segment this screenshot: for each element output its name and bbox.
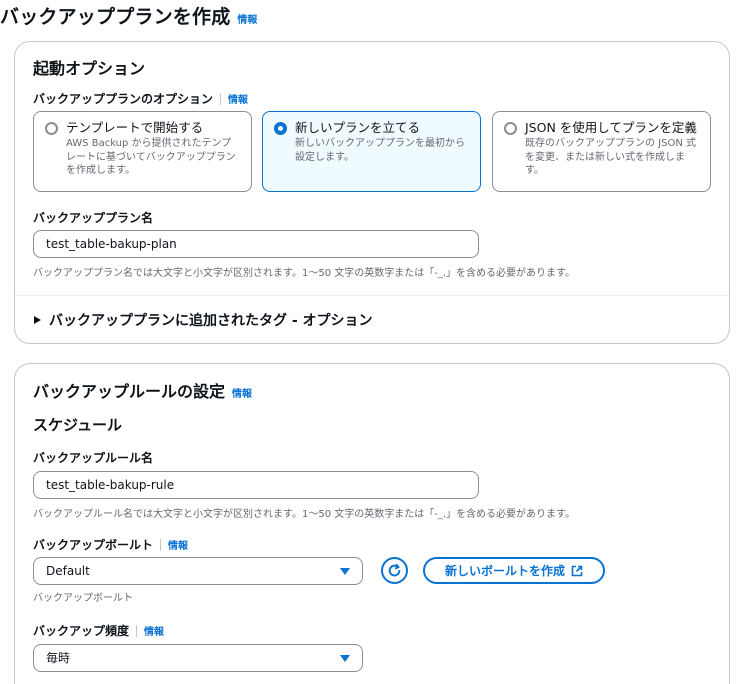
launch-options-heading: 起動オプション <box>33 59 146 78</box>
page-info-link[interactable]: 情報 <box>237 11 257 26</box>
backup-rule-panel: バックアップルールの設定 情報 スケジュール バックアップルール名 test_t… <box>14 363 730 684</box>
vault-label-text: バックアップボールト <box>33 538 154 552</box>
page-header: バックアッププランを作成 情報 <box>0 2 257 29</box>
external-link-icon <box>571 565 583 576</box>
chevron-down-icon <box>340 655 350 662</box>
caret-right-icon <box>34 316 41 324</box>
vault-select-value: Default <box>46 564 90 578</box>
tile-define-using-json[interactable]: JSON を使用してプランを定義 既存のバックアッププランの JSON 式を変更… <box>492 111 711 192</box>
backup-rule-header: バックアップルールの設定 情報 <box>33 378 252 402</box>
label-separator <box>160 538 162 551</box>
label-separator <box>136 624 138 637</box>
tile-build-new-plan[interactable]: 新しいプランを立てる 新しいバックアッププランを最初から設定します。 <box>262 111 481 192</box>
vault-hint: バックアップボールト <box>33 593 133 604</box>
tags-expander-label: バックアッププランに追加されたタグ - オプション <box>49 313 373 329</box>
tile-start-from-template[interactable]: テンプレートで開始する AWS Backup から提供されたテンプレートに基づい… <box>33 111 252 192</box>
frequency-label-text: バックアップ頻度 <box>33 624 130 638</box>
tile-description: 既存のバックアッププランの JSON 式を変更、または新しい式を作成します。 <box>525 138 697 176</box>
tile-title: JSON を使用してプランを定義 <box>525 120 697 135</box>
tile-title: 新しいプランを立てる <box>295 120 421 135</box>
tile-description: 新しいバックアッププランを最初から設定します。 <box>295 138 465 163</box>
vault-select[interactable]: Default <box>33 557 363 585</box>
backup-rule-heading: バックアップルールの設定 <box>33 382 226 401</box>
radio-start-from-template[interactable] <box>45 122 58 135</box>
rule-name-label: バックアップルール名 <box>33 451 154 465</box>
plan-name-input[interactable]: test_table-bakup-plan <box>33 230 479 258</box>
rule-name-input[interactable]: test_table-bakup-rule <box>33 471 479 499</box>
frequency-select[interactable]: 毎時 <box>33 644 363 672</box>
create-vault-button[interactable]: 新しいボールトを作成 <box>423 557 605 584</box>
chevron-down-icon <box>340 568 350 575</box>
plan-name-label: バックアッププラン名 <box>33 211 154 225</box>
backup-rule-info-link[interactable]: 情報 <box>232 385 252 400</box>
create-vault-button-label: 新しいボールトを作成 <box>444 564 565 578</box>
plan-name-hint: バックアッププラン名では大文字と小文字が区別されます。1～50 文字の英数字また… <box>33 268 576 279</box>
rule-name-hint: バックアップルール名では大文字と小文字が区別されます。1～50 文字の英数字また… <box>33 509 576 520</box>
frequency-label: バックアップ頻度 情報 <box>33 622 164 639</box>
frequency-info-link[interactable]: 情報 <box>144 623 164 638</box>
radio-build-new-plan[interactable] <box>274 122 287 135</box>
launch-options-panel: 起動オプション バックアッププランのオプション 情報 テンプレートで開始する A… <box>14 41 730 344</box>
schedule-heading: スケジュール <box>33 416 122 434</box>
plan-options-info-link[interactable]: 情報 <box>228 91 248 106</box>
refresh-icon <box>388 563 401 577</box>
vault-label: バックアップボールト 情報 <box>33 536 188 553</box>
refresh-button[interactable] <box>381 557 408 584</box>
frequency-select-value: 毎時 <box>46 651 71 665</box>
radio-define-using-json[interactable] <box>504 122 517 135</box>
vault-info-link[interactable]: 情報 <box>168 537 188 552</box>
tags-expander[interactable]: バックアッププランに追加されたタグ - オプション <box>34 310 373 330</box>
tile-description: AWS Backup から提供されたテンプレートに基づいてバックアッププランを作… <box>66 138 236 176</box>
plan-options-label: バックアッププランのオプション 情報 <box>33 90 248 107</box>
label-separator <box>220 92 222 105</box>
page-title: バックアッププランを作成 <box>0 6 231 28</box>
divider <box>15 295 729 296</box>
tile-title: テンプレートで開始する <box>66 120 204 135</box>
plan-options-label-text: バックアッププランのオプション <box>33 92 214 106</box>
